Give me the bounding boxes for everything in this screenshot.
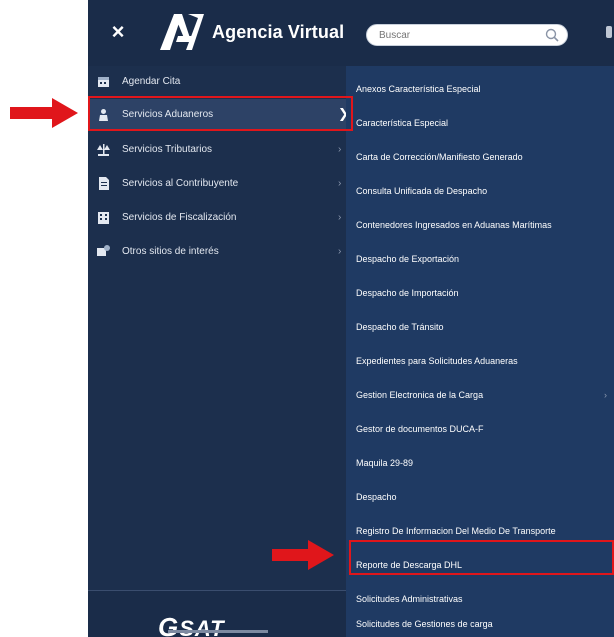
annotation-arrow-submenu — [272, 540, 334, 570]
submenu-item[interactable]: Despacho de Exportación — [346, 242, 614, 275]
highlight-servicios-aduaneros — [88, 96, 353, 131]
document-icon — [99, 176, 109, 190]
submenu-item-label: Despacho de Tránsito — [356, 321, 444, 332]
chevron-right-icon: › — [338, 143, 342, 155]
sidebar-item-label: Servicios al Contribuyente — [122, 177, 239, 189]
sidebar-item-servicios-fiscalizacion[interactable]: Servicios de Fiscalización › — [88, 202, 346, 232]
submenu-item-label: Solicitudes de Gestiones de carga — [356, 618, 493, 629]
calendar-icon — [98, 76, 109, 87]
app-title: Agencia Virtual — [212, 22, 345, 42]
search-box[interactable] — [366, 24, 568, 46]
submenu-item-label: Maquila 29-89 — [356, 457, 414, 468]
submenu-item-label: Registro De Informacion Del Medio De Tra… — [356, 525, 556, 536]
submenu-item-label: Despacho de Exportación — [356, 253, 460, 264]
submenu-item[interactable]: Solicitudes de Gestiones de carga — [346, 607, 614, 637]
search-input[interactable] — [379, 28, 529, 42]
sidebar-item-agendar-cita[interactable]: Agendar Cita — [88, 66, 346, 96]
chevron-right-icon: › — [338, 245, 342, 257]
chevron-right-icon: › — [338, 211, 342, 223]
submenu-item[interactable]: Gestor de documentos DUCA-F — [346, 412, 614, 445]
submenu-item[interactable]: Maquila 29-89 — [346, 446, 614, 479]
sidebar-item-servicios-tributarios[interactable]: Servicios Tributarios › — [88, 134, 346, 164]
submenu-item[interactable]: Despacho — [346, 480, 614, 513]
sites-icon — [97, 244, 110, 256]
submenu-item[interactable]: Despacho de Tránsito — [346, 310, 614, 343]
submenu-item-label: Despacho de Importación — [356, 287, 459, 298]
sidebar-item-label: Agendar Cita — [122, 75, 181, 87]
scale-icon — [97, 143, 110, 156]
submenu-item[interactable]: Consulta Unificada de Despacho — [346, 174, 614, 207]
submenu-item[interactable]: Expedientes para Solicitudes Aduaneras — [346, 344, 614, 377]
search-icon[interactable] — [545, 28, 559, 42]
submenu-item[interactable]: Contenedores Ingresados en Aduanas Marít… — [346, 208, 614, 241]
submenu-item-label: Característica Especial — [356, 117, 449, 128]
sat-logo-underline — [168, 630, 268, 633]
submenu-item-label: Gestor de documentos DUCA-F — [356, 423, 484, 434]
submenu-item-label: Consulta Unificada de Despacho — [356, 185, 488, 196]
submenu-item[interactable]: Anexos Característica Especial — [346, 72, 614, 105]
sidebar-item-otros-sitios[interactable]: Otros sitios de interés › — [88, 236, 346, 266]
submenu-item-label: Expedientes para Solicitudes Aduaneras — [356, 355, 518, 366]
sidebar-item-label: Otros sitios de interés — [122, 245, 219, 257]
submenu-item[interactable]: Gestion Electronica de la Carga › — [346, 378, 614, 411]
building-icon — [98, 211, 109, 224]
header-extra-icon[interactable] — [606, 26, 612, 38]
app-header: × Agencia Virtual — [88, 0, 614, 66]
submenu-item[interactable]: Despacho de Importación — [346, 276, 614, 309]
chevron-right-icon: › — [338, 177, 342, 189]
highlight-reporte-descarga-dhl — [349, 540, 614, 575]
submenu-item-label: Contenedores Ingresados en Aduanas Marít… — [356, 219, 552, 230]
submenu-item-label: Gestion Electronica de la Carga — [356, 389, 484, 400]
sidebar-item-label: Servicios de Fiscalización — [122, 211, 237, 223]
submenu-item-label: Despacho — [356, 491, 397, 502]
sidebar-item-label: Servicios Tributarios — [122, 143, 213, 155]
submenu-item-label: Carta de Corrección/Manifiesto Generado — [356, 151, 523, 162]
chevron-right-icon: › — [604, 389, 607, 400]
annotation-arrow-left — [10, 98, 78, 128]
submenu-item-label: Solicitudes Administrativas — [356, 593, 463, 604]
agencia-virtual-logo — [160, 14, 204, 50]
submenu-item[interactable]: Característica Especial — [346, 106, 614, 139]
submenu-item-label: Anexos Característica Especial — [356, 83, 481, 94]
close-menu-button[interactable]: × — [108, 21, 128, 43]
submenu-item[interactable]: Carta de Corrección/Manifiesto Generado — [346, 140, 614, 173]
sidebar-item-servicios-contribuyente[interactable]: Servicios al Contribuyente › — [88, 168, 346, 198]
